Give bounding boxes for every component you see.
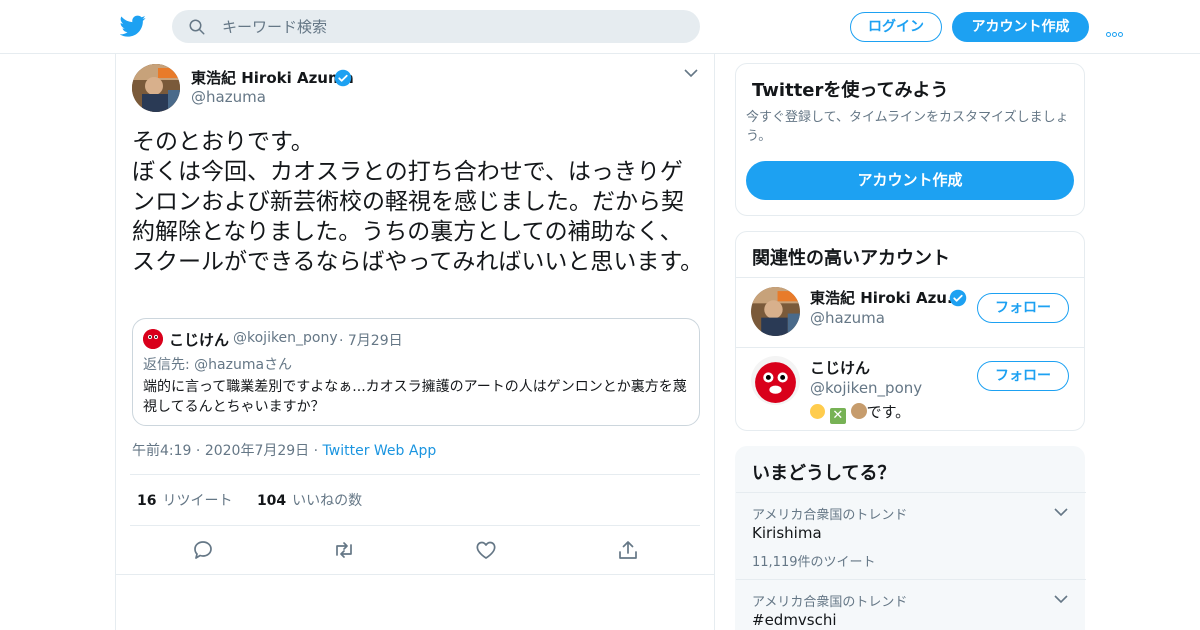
- divider: [130, 474, 700, 475]
- divider: [130, 525, 700, 526]
- reply-icon[interactable]: [191, 538, 215, 562]
- quoted-author-handle: @kojiken_pony: [233, 330, 338, 346]
- signup-button[interactable]: アカウント作成: [952, 12, 1089, 42]
- signup-card-description: 今すぐ登録して、タイムラインをカスタマイズしましょう。: [746, 110, 1069, 144]
- retweet-stat[interactable]: 16 リツイート: [137, 493, 232, 509]
- tweet-date[interactable]: 2020年7月29日: [205, 443, 309, 459]
- dog-emoji-icon: [850, 403, 867, 419]
- related-accounts-title: 関連性の高いアカウント: [752, 248, 950, 269]
- cross-mark-emoji-icon: ✕: [829, 408, 846, 424]
- reply-prefix: 返信先:: [143, 357, 195, 373]
- signup-card-button[interactable]: アカウント作成: [746, 161, 1074, 200]
- related-accounts-card: 関連性の高いアカウント 東浩紀 Hiroki Azu... @hazuma フォ…: [735, 231, 1085, 431]
- top-bar: ログイン アカウント作成: [0, 0, 1200, 54]
- trend-item[interactable]: アメリカ合衆国のトレンド Kirishima 11,119件のツイート: [736, 504, 1086, 579]
- account-bio: ✕ です。: [810, 401, 910, 424]
- tweet-source[interactable]: Twitter Web App: [323, 443, 437, 459]
- verified-badge-icon: [949, 289, 967, 307]
- quoted-date: · 7月29日: [339, 333, 403, 349]
- search-box[interactable]: [172, 10, 700, 43]
- person-emoji-icon: [810, 404, 825, 419]
- account-handle: @kojiken_pony: [810, 379, 923, 397]
- avatar[interactable]: [751, 356, 800, 405]
- like-label: いいねの数: [292, 493, 363, 509]
- tweet-time[interactable]: 午前4:19: [132, 443, 191, 459]
- like-stat[interactable]: 104 いいねの数: [257, 493, 362, 509]
- retweet-count: 16: [137, 493, 157, 509]
- account-item[interactable]: こじけん @kojiken_pony ✕ です。 フォロー: [736, 347, 1084, 424]
- quoted-avatar: [143, 329, 163, 349]
- meta-sep: ·: [195, 443, 201, 459]
- quoted-tweet[interactable]: こじけん @kojiken_pony · 7月29日 返信先: @hazumaさ…: [132, 318, 700, 426]
- trend-name[interactable]: Kirishima: [752, 524, 822, 542]
- follow-button[interactable]: フォロー: [977, 361, 1069, 391]
- follow-button[interactable]: フォロー: [977, 293, 1069, 323]
- trend-location: アメリカ合衆国のトレンド: [752, 508, 908, 523]
- like-icon[interactable]: [474, 538, 498, 562]
- trends-title: いまどうしてる？: [752, 463, 896, 484]
- avatar[interactable]: [751, 287, 800, 336]
- account-name[interactable]: 東浩紀 Hiroki Azu...: [810, 287, 964, 308]
- retweet-label: リツイート: [162, 493, 233, 509]
- login-button[interactable]: ログイン: [850, 12, 942, 42]
- tweet-detail: 東浩紀 Hiroki Azuma @hazuma そのとおりです。 ぼくは今回、…: [115, 54, 715, 630]
- divider: [736, 579, 1086, 580]
- chevron-down-icon[interactable]: [1054, 594, 1068, 604]
- trends-card: いまどうしてる？ アメリカ合衆国のトレンド Kirishima 11,119件の…: [735, 446, 1086, 630]
- chevron-down-icon[interactable]: [1054, 507, 1068, 517]
- verified-badge-icon: [334, 69, 352, 87]
- search-icon: [189, 19, 205, 35]
- tweet-meta: 午前4:19 · 2020年7月29日 · Twitter Web App: [132, 440, 436, 460]
- quoted-author-name: こじけん: [169, 331, 230, 349]
- account-name[interactable]: こじけん: [810, 357, 870, 378]
- trend-name[interactable]: #edmvschi: [752, 611, 837, 629]
- signup-card: Twitterを使ってみよう 今すぐ登録して、タイムラインをカスタマイズしましょ…: [735, 63, 1085, 216]
- author-handle[interactable]: @hazuma: [191, 88, 266, 106]
- meta-sep: ·: [313, 443, 319, 459]
- quoted-text: 端的に言って職業差別ですよなぁ...カオスラ擁護のアートの人はゲンロンとか裏方を…: [143, 379, 687, 415]
- quoted-reply-line: 返信先: @hazumaさん: [143, 354, 292, 374]
- chevron-down-icon[interactable]: [684, 68, 698, 78]
- trend-location: アメリカ合衆国のトレンド: [752, 595, 908, 610]
- trend-count: 11,119件のツイート: [752, 555, 876, 570]
- signup-card-title: Twitterを使ってみよう: [752, 80, 949, 101]
- like-count: 104: [256, 493, 287, 509]
- account-item[interactable]: 東浩紀 Hiroki Azu... @hazuma フォロー: [736, 277, 1084, 347]
- share-icon[interactable]: [616, 538, 640, 562]
- account-bio-text: です。: [866, 403, 911, 421]
- search-input[interactable]: [222, 10, 682, 43]
- twitter-bird-icon[interactable]: [120, 13, 146, 39]
- trend-item[interactable]: アメリカ合衆国のトレンド #edmvschi: [736, 591, 1086, 630]
- tweet-stats: 16 リツイート 104 いいねの数: [137, 490, 362, 510]
- author-name[interactable]: 東浩紀 Hiroki Azuma: [191, 67, 354, 88]
- tweet-text: そのとおりです。 ぼくは今回、カオスラとの打ち合わせで、はっきりゲンロンおよび新…: [132, 129, 704, 275]
- account-handle: @hazuma: [810, 309, 885, 327]
- divider: [116, 574, 714, 575]
- tweet-actions: [116, 538, 716, 566]
- reply-mention[interactable]: @hazumaさん: [194, 357, 292, 373]
- more-options-icon[interactable]: [1106, 22, 1130, 37]
- divider: [736, 492, 1086, 493]
- avatar[interactable]: [132, 64, 180, 112]
- retweet-icon[interactable]: [332, 538, 356, 562]
